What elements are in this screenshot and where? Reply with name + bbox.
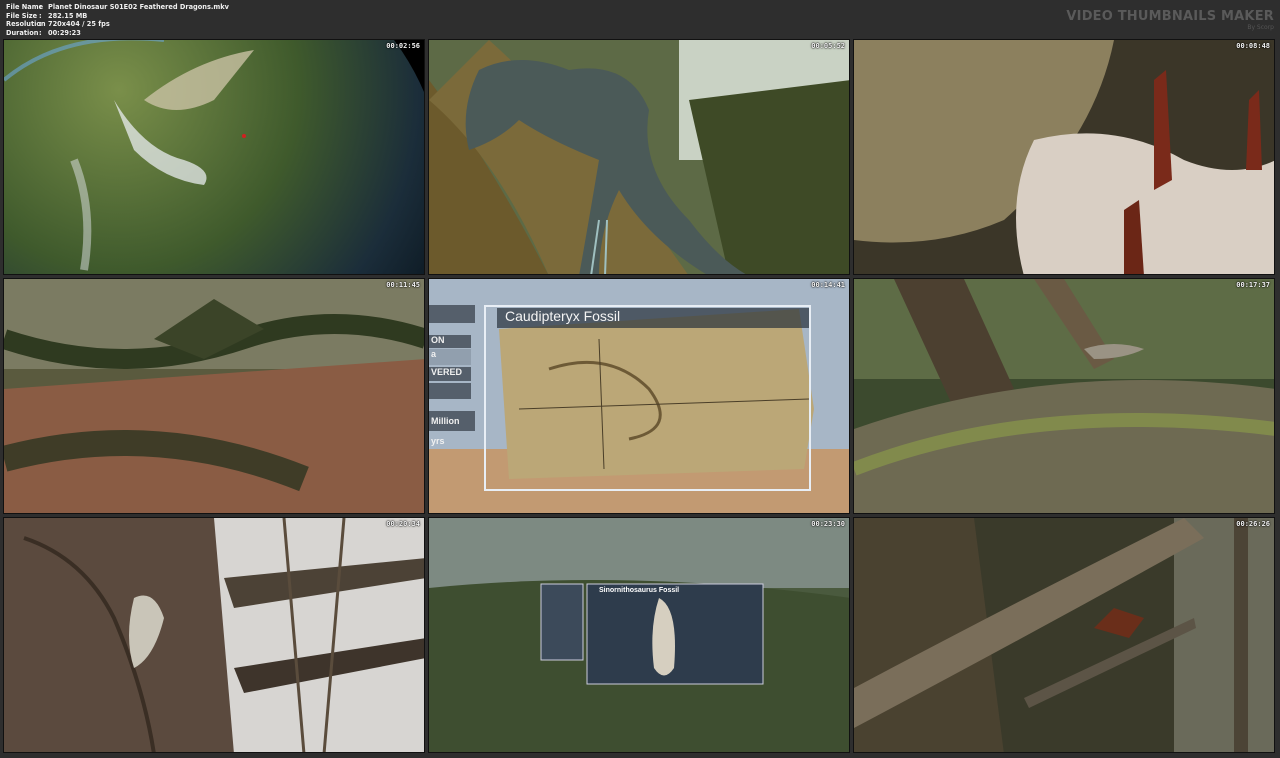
info-label-5: Million yrs: [429, 411, 475, 446]
fossil-title: Sinornithosaurus Fossil: [599, 587, 680, 594]
timestamp: 00:26:26: [1236, 520, 1270, 528]
info-label-4: [429, 383, 471, 399]
duration-label: Duration: [6, 28, 39, 37]
earth-scene: [4, 40, 424, 274]
file-name-label: File Name: [6, 3, 44, 11]
file-info: File Name : Planet Dinosaur S01E02 Feath…: [6, 3, 229, 37]
forest-branch-scene: [854, 518, 1274, 752]
file-size-value: 282.15 MB: [48, 11, 88, 20]
skin-closeup-scene: [854, 40, 1274, 274]
timestamp: 00:08:48: [1236, 42, 1270, 50]
thumbnail-5[interactable]: ON a VERED Million yrs Caudipteryx Fossi…: [428, 278, 850, 514]
tree-trunk-scene: [4, 518, 424, 752]
separator: :: [39, 3, 42, 11]
brand-title: VIDEO THUMBNAILS MAKER: [1066, 9, 1274, 24]
duration-row: Duration : 00:29:23: [6, 29, 229, 38]
info-box-1: [429, 305, 475, 323]
forest-floor-scene: [4, 279, 424, 513]
timestamp: 00:17:37: [1236, 281, 1270, 289]
thumbnail-8[interactable]: Sinornithosaurus Fossil 00:23:30: [428, 517, 850, 753]
thumbnail-7[interactable]: 00:20:34: [3, 517, 425, 753]
fossil-frame: [484, 305, 811, 491]
thumbnail-6[interactable]: 00:17:37: [853, 278, 1275, 514]
thumbnail-3[interactable]: 00:08:48: [853, 39, 1275, 275]
fossil-title: Caudipteryx Fossil: [505, 308, 621, 324]
thumbnail-9[interactable]: 00:26:26: [853, 517, 1275, 753]
separator: :: [39, 28, 42, 37]
dinosaur-climbing-scene: [429, 40, 849, 274]
resolution-value: 720x404 / 25 fps: [48, 20, 110, 29]
timestamp: 00:05:52: [811, 42, 845, 50]
duration-value: 00:29:23: [48, 28, 81, 37]
resolution-label: Resolution: [6, 20, 46, 29]
info-label-2: a: [429, 349, 471, 365]
thumbnail-2[interactable]: 00:05:52: [428, 39, 850, 275]
timestamp: 00:20:34: [386, 520, 420, 528]
separator: :: [39, 11, 42, 20]
mossy-log-scene: [854, 279, 1274, 513]
timestamp: 00:02:56: [386, 42, 420, 50]
file-name-value: Planet Dinosaur S01E02 Feathered Dragons…: [48, 3, 229, 11]
thumbnail-4[interactable]: 00:11:45: [3, 278, 425, 514]
thumbnail-1[interactable]: 00:02:56: [3, 39, 425, 275]
timestamp: 00:23:30: [811, 520, 845, 528]
file-size-label: File Size: [6, 11, 38, 20]
separator: :: [39, 20, 42, 29]
info-label-3: VERED: [429, 367, 471, 381]
resolution-row: Resolution : 720x404 / 25 fps: [6, 20, 229, 29]
file-size-row: File Size : 282.15 MB: [6, 12, 229, 21]
brand-logo: VIDEO THUMBNAILS MAKER By Scorp: [1066, 9, 1274, 32]
timestamp: 00:14:41: [811, 281, 845, 289]
brand-subtitle: By Scorp: [1247, 24, 1274, 31]
timestamp: 00:11:45: [386, 281, 420, 289]
landscape-scene: [429, 518, 849, 752]
info-label-1: ON: [429, 335, 471, 348]
file-name-row: File Name : Planet Dinosaur S01E02 Feath…: [6, 3, 229, 12]
